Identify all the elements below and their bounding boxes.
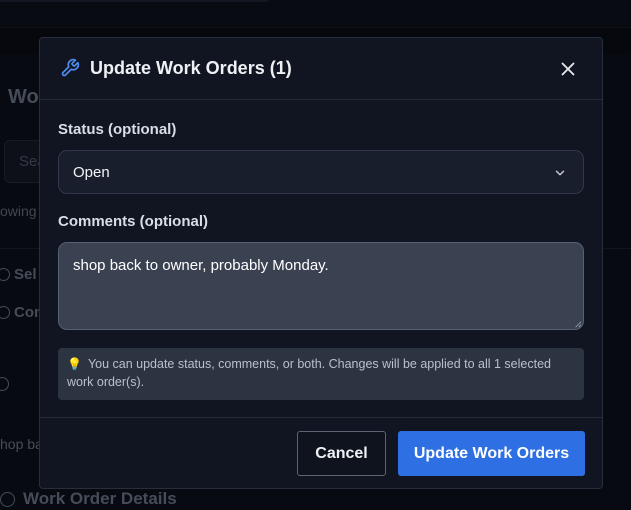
dialog-title: Update Work Orders (1) (90, 58, 292, 78)
dialog-header: Update Work Orders (1) (40, 38, 602, 100)
lightbulb-icon: 💡 (67, 357, 82, 371)
close-icon[interactable] (557, 58, 579, 80)
dialog-footer-divider (40, 417, 602, 418)
wrench-icon (61, 58, 80, 77)
status-select[interactable]: Open (58, 150, 584, 194)
info-note: 💡 You can update status, comments, or bot… (58, 348, 584, 400)
comments-label: Comments (optional) (58, 213, 208, 230)
resize-handle-icon[interactable] (574, 320, 582, 328)
comments-textarea[interactable]: shop back to owner, probably Monday. (58, 242, 584, 330)
chevron-down-icon (555, 170, 565, 176)
cancel-button[interactable]: Cancel (297, 431, 386, 476)
status-label: Status (optional) (58, 121, 177, 138)
status-selected-value: Open (73, 163, 110, 181)
info-note-text: You can update status, comments, or both… (67, 357, 551, 389)
update-work-orders-button[interactable]: Update Work Orders (398, 431, 585, 476)
update-work-orders-dialog: Update Work Orders (1) Status (optional)… (39, 37, 603, 489)
